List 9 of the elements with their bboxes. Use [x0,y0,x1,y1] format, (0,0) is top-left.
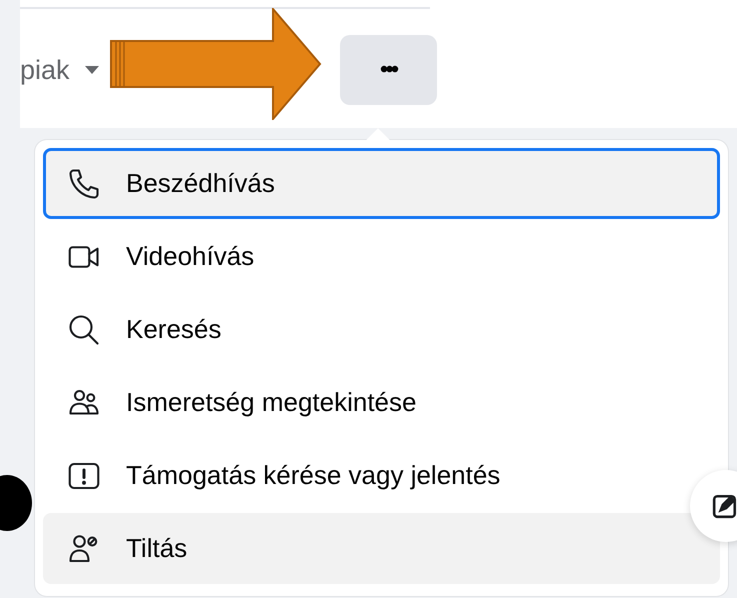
menu-item[interactable]: Tiltás [43,513,720,584]
compose-icon [712,493,737,519]
menu-item[interactable]: Keresés [43,294,720,365]
profile-name[interactable]: piak [20,54,70,86]
menu-item[interactable]: Ismeretség megtekintése [43,367,720,438]
caret-icon[interactable] [84,65,100,75]
menu-item[interactable]: Videohívás [43,221,720,292]
menu-item[interactable]: Beszédhívás [43,148,720,219]
more-button[interactable]: ••• [340,35,437,105]
